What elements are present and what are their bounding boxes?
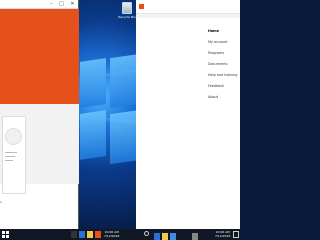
taskbar-clock-left[interactable]: 10:06 AM 7/12/2016	[104, 230, 119, 238]
nav-item-help-and-training[interactable]: Help and training	[208, 70, 237, 81]
left-app-window: – □ ✕ use your business? n	[0, 0, 79, 229]
clock-date: 7/12/2016	[104, 234, 120, 238]
card-text-line	[5, 152, 17, 153]
search-icon[interactable]	[144, 231, 149, 236]
nav-item-documents[interactable]: Documents	[208, 59, 237, 70]
card-text-line	[5, 156, 15, 157]
app-logo-icon	[139, 4, 144, 9]
file-explorer-icon[interactable]	[162, 233, 168, 240]
recycle-bin-shortcut[interactable]: Recycle Bin	[118, 2, 136, 19]
office-app-icon[interactable]	[95, 231, 101, 238]
recycle-bin-label: Recycle Bin	[118, 15, 136, 19]
nav-item-feedback[interactable]: Feedback	[208, 81, 237, 92]
navigation-menu: Home My account Programs Documents Help …	[208, 26, 237, 103]
footer-text: n	[0, 200, 2, 204]
maximize-button[interactable]: □	[58, 1, 65, 8]
nav-item-about[interactable]: About	[208, 92, 237, 103]
taskbar-clock-right[interactable]: 10:06 AM 7/12/2016	[215, 230, 230, 238]
right-app-window: Home My account Programs Documents Help …	[136, 0, 240, 229]
nav-item-programs[interactable]: Programs	[208, 48, 237, 59]
store-icon[interactable]	[170, 233, 176, 240]
card-text-line	[5, 160, 13, 161]
right-window-header	[136, 0, 240, 14]
left-window-titlebar: – □ ✕	[0, 0, 78, 9]
avatar	[5, 128, 22, 145]
start-button[interactable]	[2, 231, 9, 238]
header-divider	[136, 14, 240, 18]
recycle-bin-icon	[122, 2, 132, 14]
taskbar-apps-right	[152, 231, 212, 240]
system-tray-icon[interactable]	[192, 233, 198, 240]
edge-icon[interactable]	[154, 233, 160, 240]
edge-icon[interactable]	[79, 231, 85, 238]
minimize-button[interactable]: –	[48, 1, 55, 8]
nav-item-my-account[interactable]: My account	[208, 37, 237, 48]
hero-banner: use your business?	[0, 9, 79, 110]
windows-logo-wallpaper	[80, 53, 140, 165]
nav-item-home[interactable]: Home	[208, 26, 237, 37]
clock-date: 7/12/2016	[215, 234, 231, 238]
close-button[interactable]: ✕	[69, 1, 76, 8]
taskbar-app-icon[interactable]	[71, 231, 77, 238]
file-explorer-icon[interactable]	[87, 231, 93, 238]
taskbar: 10:06 AM 7/12/2016 10:06 AM 7/12/2016	[0, 229, 240, 240]
action-center-icon[interactable]	[233, 231, 239, 238]
